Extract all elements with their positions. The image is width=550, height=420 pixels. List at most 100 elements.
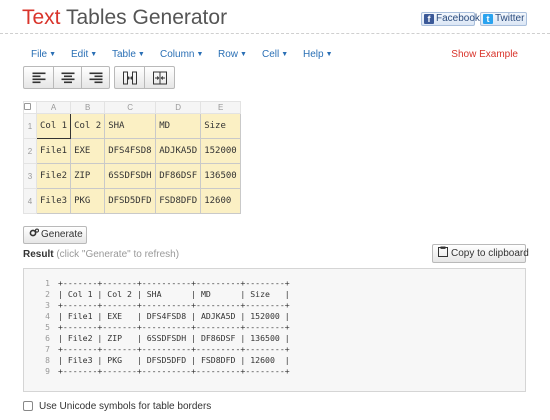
twitter-button[interactable]: t Twitter bbox=[480, 12, 527, 26]
table-cell[interactable]: FSD8DFD bbox=[155, 188, 202, 214]
table-cell[interactable]: 6SSDFSDH bbox=[104, 163, 157, 189]
menu-row[interactable]: Row ▼ bbox=[218, 49, 247, 60]
column-header[interactable]: E bbox=[200, 101, 242, 114]
column-resize-button[interactable] bbox=[114, 66, 145, 89]
output-line: | File1 | EXE | DFS4FSD8 | ADJKA5D | 152… bbox=[58, 311, 290, 321]
align-right-button[interactable] bbox=[81, 66, 110, 89]
row-header[interactable]: 3 bbox=[23, 163, 37, 189]
line-number-gutter: 1 2 3 4 5 6 7 8 9 bbox=[24, 269, 54, 391]
facebook-icon: f bbox=[424, 14, 434, 24]
column-fit-button[interactable] bbox=[144, 66, 175, 89]
table-cell[interactable]: 136500 bbox=[200, 163, 242, 189]
table-cell[interactable]: ADJKA5D bbox=[155, 138, 202, 164]
line-number: 9 bbox=[45, 367, 50, 376]
align-right-icon bbox=[89, 72, 102, 83]
column-header-row: A B C D E bbox=[23, 101, 242, 114]
show-example-link[interactable]: Show Example bbox=[451, 49, 518, 60]
table-cell[interactable]: ZIP bbox=[70, 163, 106, 189]
table-cell[interactable]: Col 2 bbox=[70, 113, 106, 139]
copy-label: Copy to clipboard bbox=[451, 248, 529, 259]
table-cell[interactable]: 152000 bbox=[200, 138, 242, 164]
line-number: 8 bbox=[45, 356, 50, 365]
table-cell[interactable]: MD bbox=[155, 113, 202, 139]
row-header[interactable]: 2 bbox=[23, 138, 37, 164]
table-row: 1 Col 1 Col 2 SHA MD Size bbox=[23, 113, 242, 139]
select-all-checkbox[interactable] bbox=[23, 101, 37, 114]
line-number: 4 bbox=[45, 312, 50, 321]
column-header[interactable]: A bbox=[35, 101, 72, 114]
menu-cell[interactable]: Cell ▼ bbox=[262, 49, 288, 60]
align-center-button[interactable] bbox=[53, 66, 82, 89]
output-line: +-------+-------+----------+---------+--… bbox=[58, 366, 290, 376]
column-header[interactable]: B bbox=[70, 101, 106, 114]
column-resize-icon bbox=[122, 71, 137, 84]
table-cell[interactable]: DFS4FSD8 bbox=[104, 138, 157, 164]
table-cell[interactable]: SHA bbox=[104, 113, 157, 139]
table-editor: A B C D E 1 Col 1 Col 2 SHA MD Size 2 Fi… bbox=[23, 101, 242, 214]
align-center-icon bbox=[61, 72, 74, 83]
table-row: 3 File2 ZIP 6SSDFSDH DF86DSF 136500 bbox=[23, 163, 242, 189]
menu-column-label: Column bbox=[160, 49, 195, 60]
chevron-down-icon: ▼ bbox=[325, 51, 333, 58]
chevron-down-icon: ▼ bbox=[240, 51, 247, 58]
twitter-label: Twitter bbox=[495, 13, 525, 24]
clipboard-icon bbox=[438, 246, 448, 257]
chevron-down-icon: ▼ bbox=[90, 51, 98, 58]
table-cell[interactable]: 12600 bbox=[200, 188, 242, 214]
row-header[interactable]: 1 bbox=[23, 113, 37, 139]
copy-to-clipboard-button[interactable]: Copy to clipboard bbox=[432, 244, 529, 263]
table-row: 2 File1 EXE DFS4FSD8 ADJKA5D 152000 bbox=[23, 138, 242, 164]
chevron-down-icon: ▼ bbox=[137, 51, 145, 58]
line-number: 7 bbox=[45, 345, 50, 354]
result-output[interactable]: 1 2 3 4 5 6 7 8 9 +-------+-------+-----… bbox=[23, 268, 526, 392]
result-title: Result bbox=[23, 249, 54, 260]
output-line: +-------+-------+----------+---------+--… bbox=[58, 344, 290, 354]
unicode-borders-option[interactable]: Use Unicode symbols for table borders bbox=[23, 401, 211, 412]
table-cell[interactable]: File1 bbox=[35, 138, 72, 164]
generate-button[interactable]: Generate bbox=[23, 226, 87, 244]
gear-icon bbox=[29, 228, 40, 237]
header-bar: Text Tables Generator f Facebook t Twitter bbox=[0, 0, 550, 34]
chevron-down-icon: ▼ bbox=[49, 51, 57, 58]
app-logo[interactable]: Text Tables Generator bbox=[22, 6, 227, 30]
table-cell[interactable]: EXE bbox=[70, 138, 106, 164]
table-cell[interactable]: PKG bbox=[70, 188, 106, 214]
align-left-button[interactable] bbox=[23, 66, 54, 89]
line-number: 2 bbox=[45, 290, 50, 299]
table-cell[interactable]: Size bbox=[200, 113, 242, 139]
output-line: +-------+-------+----------+---------+--… bbox=[58, 278, 290, 288]
menu-edit[interactable]: Edit ▼ bbox=[71, 49, 97, 60]
table-cell[interactable]: File3 bbox=[35, 188, 72, 214]
line-number: 1 bbox=[45, 279, 50, 288]
checkbox-icon bbox=[24, 103, 31, 110]
table-cell[interactable]: DFSD5DFD bbox=[104, 188, 157, 214]
line-number: 6 bbox=[45, 334, 50, 343]
table-row: 4 File3 PKG DFSD5DFD FSD8DFD 12600 bbox=[23, 188, 242, 214]
column-fit-icon bbox=[152, 71, 167, 84]
menu-table-label: Table bbox=[112, 49, 136, 60]
menu-column[interactable]: Column ▼ bbox=[160, 49, 203, 60]
result-hint: (click "Generate" to refresh) bbox=[56, 249, 180, 260]
menu-file-label: File bbox=[31, 49, 48, 60]
unicode-borders-label: Use Unicode symbols for table borders bbox=[39, 401, 212, 412]
unicode-borders-checkbox[interactable] bbox=[23, 401, 33, 411]
menu-bar: File ▼ Edit ▼ Table ▼ Column ▼ Row ▼ Cell ▼ He… bbox=[0, 46, 550, 64]
table-cell[interactable]: DF86DSF bbox=[155, 163, 202, 189]
menu-table[interactable]: Table ▼ bbox=[112, 49, 145, 60]
chevron-down-icon: ▼ bbox=[196, 51, 204, 58]
row-header[interactable]: 4 bbox=[23, 188, 37, 214]
output-line: +-------+-------+----------+---------+--… bbox=[58, 322, 290, 332]
line-number: 5 bbox=[45, 323, 50, 332]
facebook-button[interactable]: f Facebook bbox=[421, 12, 480, 26]
menu-help[interactable]: Help ▼ bbox=[303, 49, 333, 60]
result-heading: Result (click "Generate" to refresh) bbox=[23, 249, 179, 260]
column-header[interactable]: D bbox=[155, 101, 202, 114]
column-header[interactable]: C bbox=[104, 101, 157, 114]
logo-word-tables-generator: Tables Generator bbox=[60, 6, 228, 29]
table-cell[interactable]: File2 bbox=[35, 163, 72, 189]
menu-row-label: Row bbox=[218, 49, 239, 60]
table-cell[interactable]: Col 1 bbox=[35, 113, 72, 139]
menu-cell-label: Cell bbox=[262, 49, 280, 60]
align-left-icon bbox=[32, 72, 45, 83]
menu-file[interactable]: File ▼ bbox=[31, 49, 56, 60]
